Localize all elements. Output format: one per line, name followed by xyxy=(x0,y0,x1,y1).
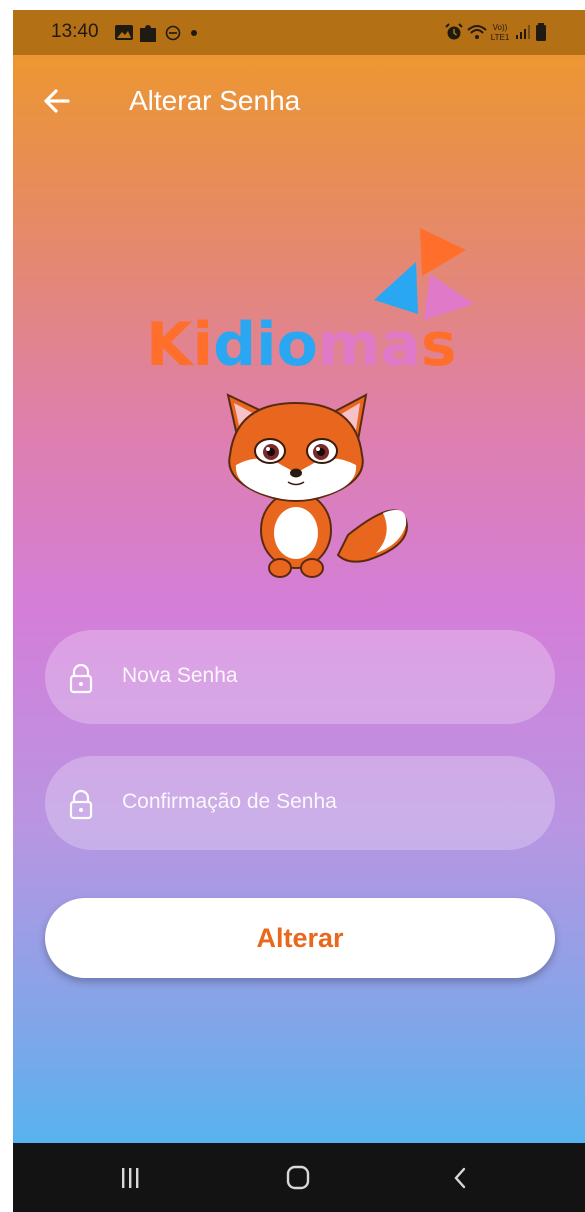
svg-text:LTE1: LTE1 xyxy=(491,33,510,42)
do-not-disturb-icon xyxy=(165,25,181,41)
confirm-password-placeholder: Confirmação de Senha xyxy=(122,790,337,813)
dot-icon xyxy=(191,30,197,36)
home-icon[interactable] xyxy=(283,1163,313,1193)
fox-mascot xyxy=(226,393,408,578)
volte-icon: Vo)) LTE1 xyxy=(491,23,510,42)
wifi-icon xyxy=(467,25,487,39)
back-button[interactable] xyxy=(35,84,83,118)
app-screen: 13:40 Vo)) LTE1 Alterar Senha Kidiomas N… xyxy=(13,10,585,1212)
signal-icon xyxy=(516,25,530,39)
status-time: 13:40 xyxy=(51,21,99,42)
battery-icon xyxy=(536,23,546,41)
change-password-button[interactable]: Alterar xyxy=(45,898,555,978)
app-bar: Alterar Senha xyxy=(13,70,585,130)
back-icon[interactable] xyxy=(447,1163,475,1193)
arrow-left-icon xyxy=(44,89,70,113)
new-password-field[interactable]: Nova Senha xyxy=(45,630,555,724)
alarm-icon xyxy=(445,23,463,40)
svg-text:Vo)): Vo)) xyxy=(493,23,508,32)
gallery-icon xyxy=(115,25,133,40)
page-title: Alterar Senha xyxy=(129,85,301,116)
new-password-placeholder: Nova Senha xyxy=(122,664,238,687)
status-bar: 13:40 Vo)) LTE1 xyxy=(13,10,585,55)
confirm-password-field[interactable]: Confirmação de Senha xyxy=(45,756,555,850)
puzzle-icon xyxy=(140,25,156,42)
recents-icon[interactable] xyxy=(116,1163,144,1193)
lock-icon xyxy=(69,789,93,820)
svg-text:Kidiomas: Kidiomas xyxy=(146,310,457,370)
navigation-bar xyxy=(13,1143,585,1212)
lock-icon xyxy=(69,663,93,694)
kidiomas-logo: Kidiomas xyxy=(146,228,474,370)
